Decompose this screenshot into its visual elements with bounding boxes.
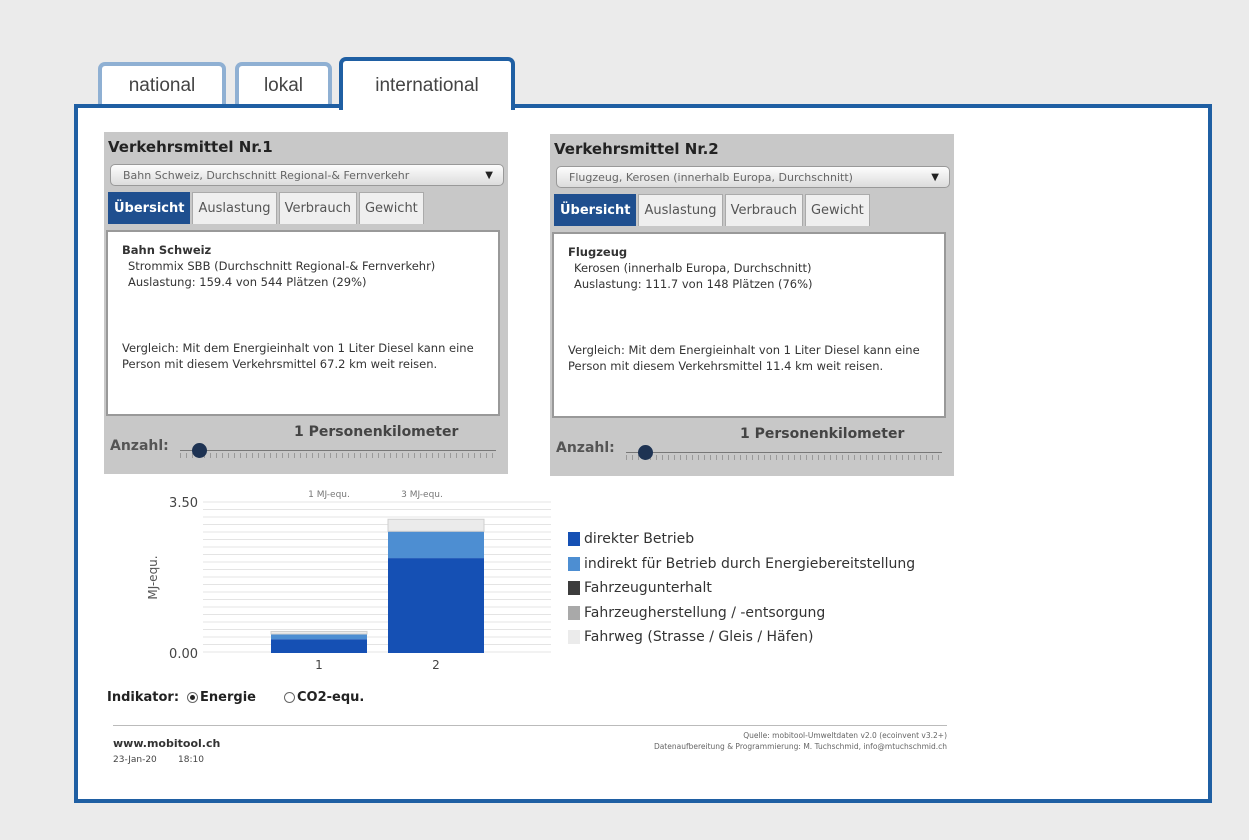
footer-source: Quelle: mobitool-Umweltdaten v2.0 (ecoin… xyxy=(743,731,947,740)
legend-label: Fahrzeugherstellung / -entsorgung xyxy=(584,604,826,621)
vm2-subtabs: Übersicht Auslastung Verbrauch Gewicht xyxy=(554,194,870,226)
vm2-info-compare: Vergleich: Mit dem Energieinhalt von 1 L… xyxy=(568,343,920,373)
legend-swatch xyxy=(568,532,580,547)
footer-date: 23-Jan-20 xyxy=(113,755,157,765)
legend-item: indirekt für Betrieb durch Energiebereit… xyxy=(568,552,915,577)
legend-label: Fahrzeugunterhalt xyxy=(584,580,712,597)
vm2-info-line2: Auslastung: 111.7 von 148 Plätzen (76%) xyxy=(574,277,813,291)
vm1-panel: Verkehrsmittel Nr.1 Bahn Schweiz, Durchs… xyxy=(104,132,508,474)
vm2-info-title: Flugzeug xyxy=(568,245,628,259)
vm2-tab-uebersicht[interactable]: Übersicht xyxy=(554,194,637,226)
vm1-select[interactable]: Bahn Schweiz, Durchschnitt Regional-& Fe… xyxy=(110,164,504,186)
vm2-title: Verkehrsmittel Nr.2 xyxy=(554,140,719,158)
vm2-select-value: Flugzeug, Kerosen (innerhalb Europa, Dur… xyxy=(569,171,853,184)
legend-label: direkter Betrieb xyxy=(584,531,695,548)
chart-legend: direkter Betrieb indirekt für Betrieb du… xyxy=(568,527,915,650)
vm1-info-box: Bahn Schweiz Strommix SBB (Durchschnitt … xyxy=(106,230,500,416)
radio-energie[interactable] xyxy=(187,692,199,703)
vm2-tab-gewicht[interactable]: Gewicht xyxy=(804,194,870,226)
legend-swatch xyxy=(568,630,580,645)
legend-label: indirekt für Betrieb durch Energiebereit… xyxy=(584,555,916,572)
legend-item: direkter Betrieb xyxy=(568,527,915,552)
indikator-label: Indikator: xyxy=(107,690,180,705)
vm2-select[interactable]: Flugzeug, Kerosen (innerhalb Europa, Dur… xyxy=(556,166,950,188)
vm1-subtabs: Übersicht Auslastung Verbrauch Gewicht xyxy=(108,192,424,224)
vm1-info-line1: Strommix SBB (Durchschnitt Regional-& Fe… xyxy=(128,259,436,273)
vm2-slider-track[interactable] xyxy=(626,452,942,461)
legend-swatch xyxy=(568,605,580,620)
dropdown-arrow-icon: ▼ xyxy=(485,170,493,181)
indikator-row: Indikator: Energie CO2-equ. xyxy=(107,690,364,705)
vm1-slider-track[interactable] xyxy=(180,450,496,459)
vm2-info-line1: Kerosen (innerhalb Europa, Durchschnitt) xyxy=(574,261,812,275)
footer-divider xyxy=(113,725,947,726)
footer-credits: Datenaufbereitung & Programmierung: M. T… xyxy=(653,742,947,751)
tab-international-label: international xyxy=(375,74,479,96)
tab-lokal[interactable]: lokal xyxy=(235,62,332,105)
vm1-slider-knob[interactable] xyxy=(191,443,207,458)
vm1-tab-gewicht[interactable]: Gewicht xyxy=(358,192,424,224)
vm1-title: Verkehrsmittel Nr.1 xyxy=(108,138,273,156)
footer-time: 18:10 xyxy=(178,755,204,765)
vm1-slider-value: 1 Personenkilometer xyxy=(294,424,459,440)
legend-item: Fahrzeugunterhalt xyxy=(568,576,915,601)
vm2-tab-auslastung[interactable]: Auslastung xyxy=(638,194,723,226)
vm2-panel: Verkehrsmittel Nr.2 Flugzeug, Kerosen (i… xyxy=(550,134,954,476)
legend-swatch xyxy=(568,556,580,571)
vm1-tab-auslastung[interactable]: Auslastung xyxy=(192,192,277,224)
vm1-info-title: Bahn Schweiz xyxy=(122,243,212,257)
radio-co2[interactable] xyxy=(283,692,295,703)
vm1-select-value: Bahn Schweiz, Durchschnitt Regional-& Fe… xyxy=(123,169,410,182)
vm1-info-line2: Auslastung: 159.4 von 544 Plätzen (29%) xyxy=(128,275,367,289)
vm1-info-compare: Vergleich: Mit dem Energieinhalt von 1 L… xyxy=(122,341,474,371)
legend-item: Fahrweg (Strasse / Gleis / Häfen) xyxy=(568,625,915,650)
vm2-slider-knob[interactable] xyxy=(637,445,653,460)
vm1-tab-uebersicht[interactable]: Übersicht xyxy=(108,192,191,224)
footer-site[interactable]: www.mobitool.ch xyxy=(113,737,220,750)
tab-lokal-label: lokal xyxy=(263,74,304,96)
radio-energie-label[interactable]: Energie xyxy=(200,690,256,705)
legend-label: Fahrweg (Strasse / Gleis / Häfen) xyxy=(584,629,814,646)
vm2-slider-value: 1 Personenkilometer xyxy=(740,426,905,442)
vm1-anzahl-label: Anzahl: xyxy=(110,438,169,454)
legend-item: Fahrzeugherstellung / -entsorgung xyxy=(568,601,915,626)
dropdown-arrow-icon: ▼ xyxy=(931,172,939,183)
radio-co2-label[interactable]: CO2-equ. xyxy=(297,690,364,705)
legend-swatch xyxy=(568,581,580,596)
vm1-tab-verbrauch[interactable]: Verbrauch xyxy=(278,192,357,224)
tab-national[interactable]: national xyxy=(98,62,226,105)
tab-international[interactable]: international xyxy=(339,57,515,110)
vm2-tab-verbrauch[interactable]: Verbrauch xyxy=(724,194,803,226)
vm2-anzahl-label: Anzahl: xyxy=(556,440,615,456)
tab-national-label: national xyxy=(128,74,196,96)
vm2-info-box: Flugzeug Kerosen (innerhalb Europa, Durc… xyxy=(552,232,946,418)
